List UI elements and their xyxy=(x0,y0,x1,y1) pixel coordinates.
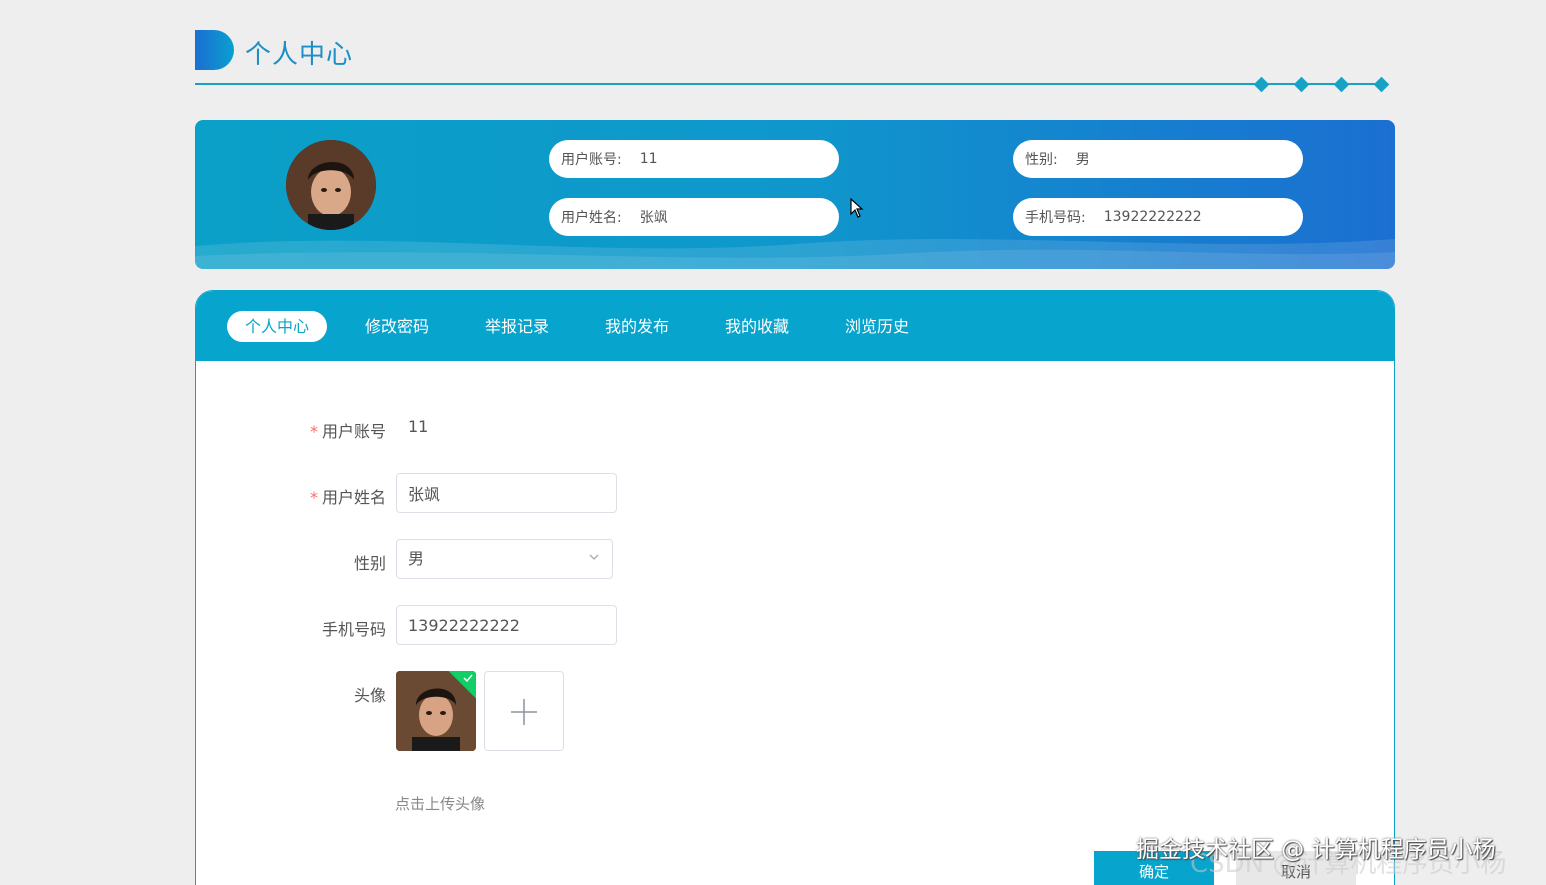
avatar-label: 头像 xyxy=(353,686,386,705)
gender-pill: 性别: 男 xyxy=(1013,140,1303,178)
divider-dot xyxy=(1253,76,1270,93)
name-input[interactable] xyxy=(396,473,617,513)
upload-button[interactable] xyxy=(484,671,564,751)
tab-browse-history[interactable]: 浏览历史 xyxy=(827,311,927,342)
account-pill-label: 用户账号: xyxy=(561,152,622,168)
chevron-down-icon xyxy=(589,554,599,560)
gender-select-value: 男 xyxy=(408,549,425,568)
account-pill: 用户账号: 11 xyxy=(549,140,839,178)
plus-icon xyxy=(511,699,537,725)
page-header: 个人中心 xyxy=(195,28,1395,93)
title-divider xyxy=(195,83,1385,85)
tab-bar: 个人中心 修改密码 举报记录 我的发布 我的收藏 浏览历史 xyxy=(196,291,1394,361)
avatar-thumbnail[interactable] xyxy=(396,671,476,751)
tab-profile[interactable]: 个人中心 xyxy=(227,311,327,342)
name-pill-value: 张飒 xyxy=(639,210,668,226)
phone-pill-label: 手机号码: xyxy=(1025,210,1086,226)
divider-dot xyxy=(1373,76,1390,93)
account-value: 11 xyxy=(408,417,429,436)
tab-report-records[interactable]: 举报记录 xyxy=(467,311,567,342)
divider-dot xyxy=(1333,76,1350,93)
phone-input[interactable] xyxy=(396,605,617,645)
account-pill-value: 11 xyxy=(639,151,658,167)
page-title: 个人中心 xyxy=(245,40,354,70)
required-mark: * xyxy=(309,422,318,441)
profile-panel: 个人中心 修改密码 举报记录 我的发布 我的收藏 浏览历史 * 用户账号 11 *… xyxy=(195,290,1395,885)
account-label-wrap: * 用户账号 xyxy=(276,418,386,442)
gender-label: 性别 xyxy=(353,554,386,573)
name-pill: 用户姓名: 张飒 xyxy=(549,198,839,236)
user-info-banner: 用户账号: 11 性别: 男 用户姓名: 张飒 手机号码: 1392222222… xyxy=(195,120,1395,269)
tab-my-favorites[interactable]: 我的收藏 xyxy=(707,311,807,342)
gender-pill-label: 性别: xyxy=(1025,152,1058,168)
phone-pill: 手机号码: 13922222222 xyxy=(1013,198,1303,236)
avatar xyxy=(286,140,376,230)
required-mark: * xyxy=(309,488,318,507)
gender-pill-value: 男 xyxy=(1075,152,1090,168)
gender-select[interactable]: 男 xyxy=(396,539,613,579)
upload-hint: 点击上传头像 xyxy=(395,795,486,813)
phone-label: 手机号码 xyxy=(321,620,386,639)
account-label: 用户账号 xyxy=(321,422,386,441)
name-pill-label: 用户姓名: xyxy=(561,210,622,226)
mouse-cursor-icon xyxy=(850,198,864,218)
name-label-wrap: * 用户姓名 xyxy=(276,484,386,508)
divider-dot xyxy=(1293,76,1310,93)
watermark-juejin: 掘金技术社区 @ 计算机程序员小杨 xyxy=(1136,837,1496,863)
title-badge xyxy=(195,30,234,70)
phone-pill-value: 13922222222 xyxy=(1103,209,1202,225)
tab-my-posts[interactable]: 我的发布 xyxy=(587,311,687,342)
name-label: 用户姓名 xyxy=(321,488,386,507)
tab-change-password[interactable]: 修改密码 xyxy=(347,311,447,342)
check-icon xyxy=(463,674,473,682)
